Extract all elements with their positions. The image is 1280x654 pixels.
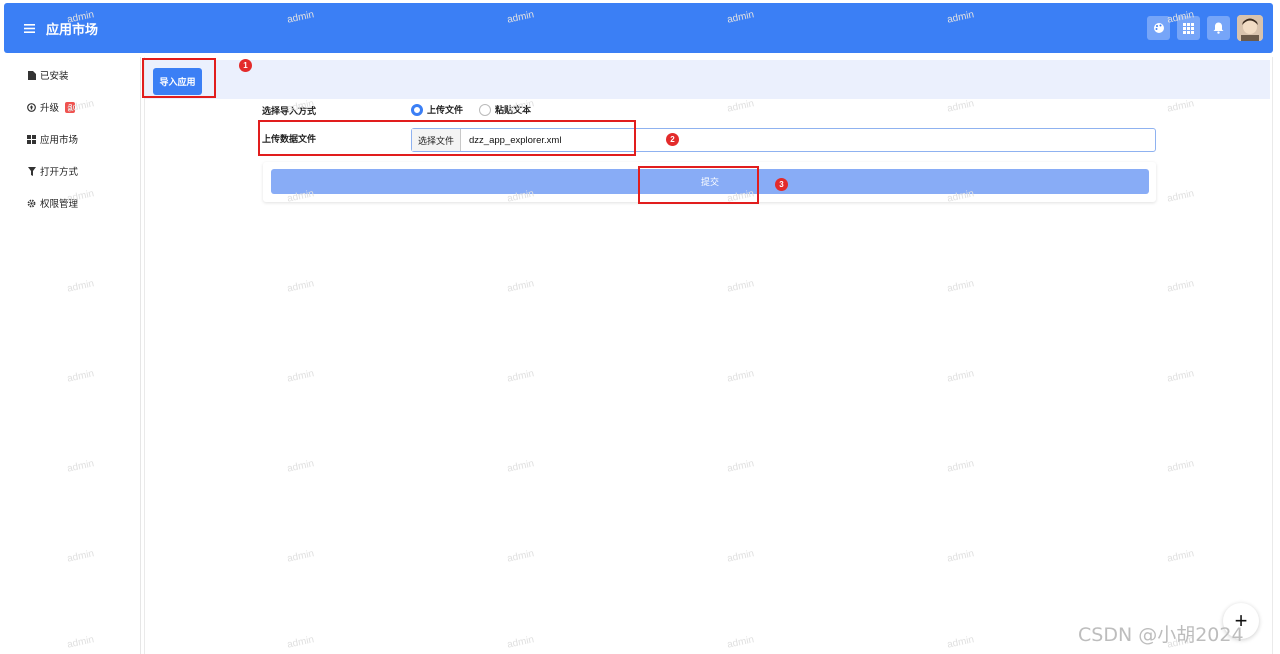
annotation-marker-3: 3 — [775, 178, 788, 191]
toolbar: 导入应用 — [145, 60, 1270, 99]
palette-icon[interactable] — [1147, 16, 1170, 40]
sidebar-item-app-market[interactable]: 应用市场 — [27, 129, 78, 149]
radio-unchecked-icon[interactable] — [479, 103, 491, 116]
app-title: 应用市场 — [46, 21, 99, 37]
gear-icon — [27, 199, 36, 208]
avatar[interactable] — [1237, 15, 1263, 41]
sidebar-item-label: 打开方式 — [40, 167, 79, 178]
upload-circle-icon — [27, 102, 36, 112]
sidebar-item-label: 已安装 — [40, 71, 69, 82]
hamburger-icon[interactable] — [24, 21, 38, 35]
sidebar-item-open-with[interactable]: 打开方式 — [27, 161, 78, 181]
radio-paste-text[interactable]: 粘贴文本 — [479, 103, 531, 116]
radio-checked-icon[interactable] — [411, 103, 423, 116]
bell-icon[interactable] — [1207, 16, 1230, 40]
sidebar: 已安装 升级 3 应用市场 打开方式 权限管理 — [4, 57, 141, 654]
file-icon — [27, 70, 36, 80]
annotation-marker-1: 1 — [239, 59, 252, 72]
annotation-box-1 — [142, 58, 216, 98]
sidebar-item-upgrade[interactable]: 升级 3 — [27, 97, 76, 117]
filter-icon — [27, 166, 36, 176]
radio-label: 粘贴文本 — [495, 105, 532, 115]
annotation-box-3 — [638, 166, 759, 204]
sidebar-item-label: 应用市场 — [40, 135, 79, 146]
apps-grid-icon[interactable] — [1177, 16, 1200, 40]
top-header: 应用市场 — [4, 3, 1273, 53]
grid-icon — [27, 134, 36, 144]
annotation-marker-2: 2 — [666, 133, 679, 146]
sidebar-item-installed[interactable]: 已安装 — [27, 65, 69, 85]
csdn-watermark: CSDN @小胡2024 — [1078, 624, 1244, 646]
annotation-box-2 — [258, 120, 636, 156]
upgrade-count-badge: 3 — [65, 101, 76, 113]
sidebar-item-permissions[interactable]: 权限管理 — [27, 193, 78, 213]
radio-label: 上传文件 — [427, 105, 464, 115]
sidebar-item-label: 升级 — [40, 103, 60, 114]
radio-upload-file[interactable]: 上传文件 — [411, 103, 463, 116]
import-method-label: 选择导入方式 — [262, 106, 317, 116]
sidebar-item-label: 权限管理 — [40, 199, 79, 210]
